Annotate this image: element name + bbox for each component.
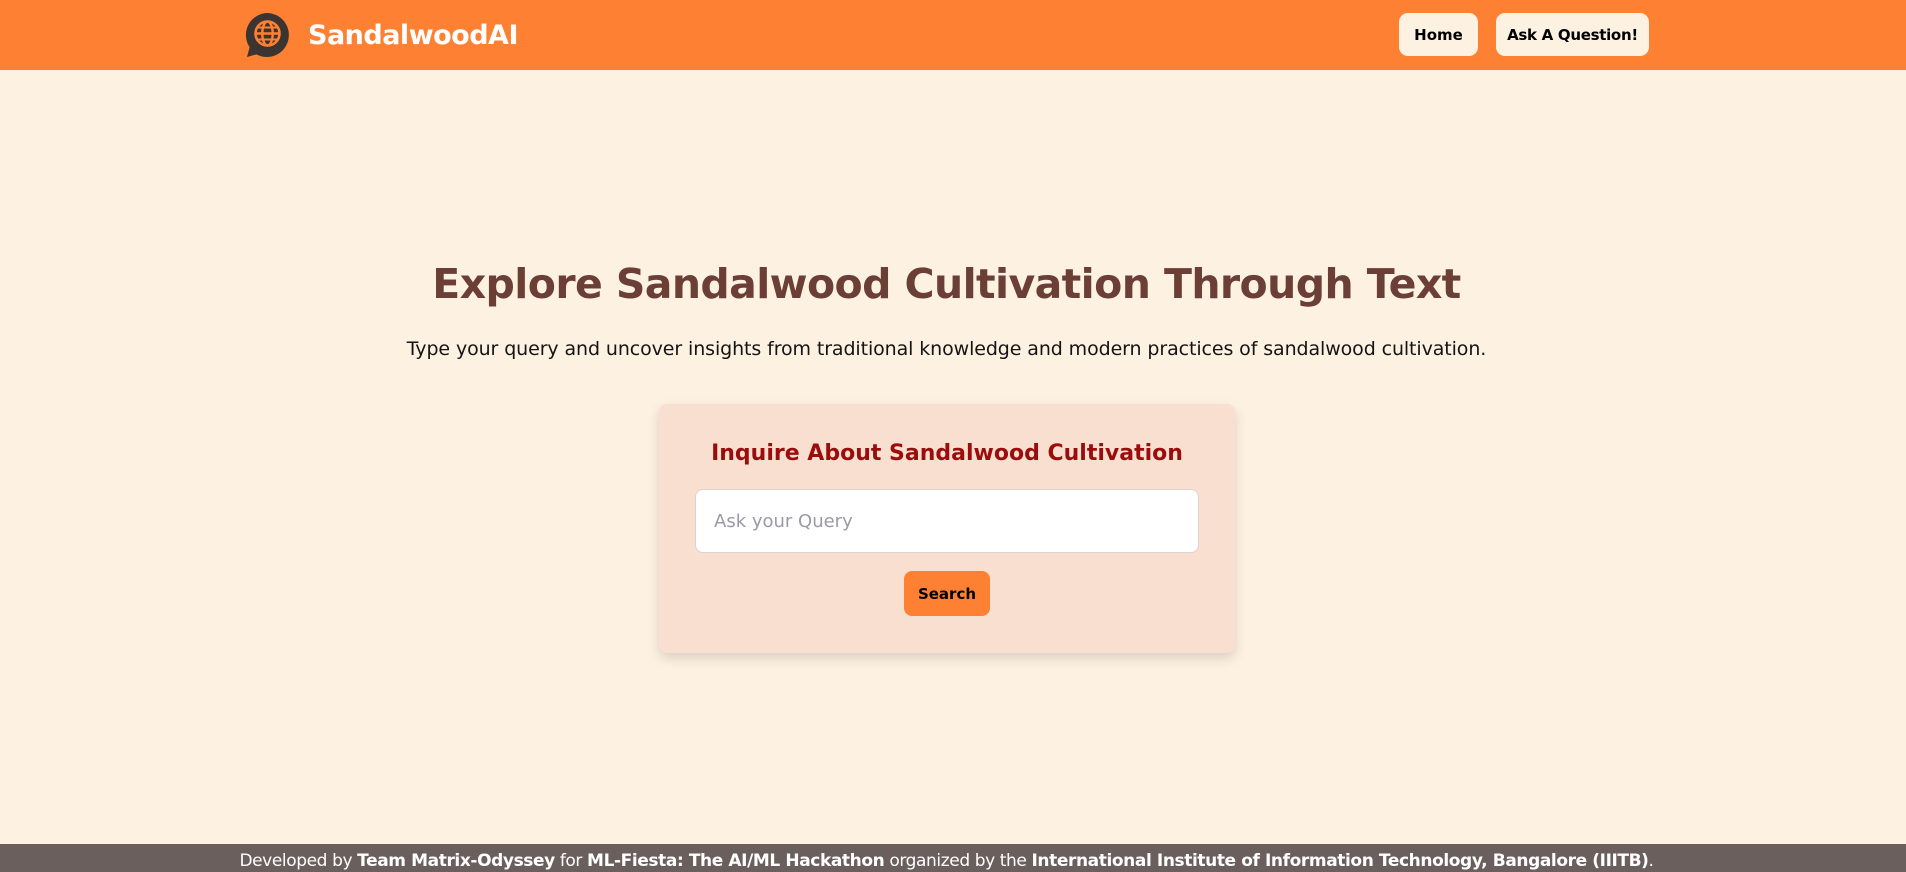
footer-organized-text: organized by the — [889, 851, 1027, 871]
query-input[interactable] — [695, 489, 1199, 553]
footer-developed-by: Developed by — [239, 851, 353, 871]
search-button[interactable]: Search — [904, 571, 990, 616]
footer-credits: Developed by Team Matrix-Odyssey for ML-… — [0, 844, 1893, 872]
top-navbar: SandalwoodAI Home Ask A Question! — [0, 0, 1906, 70]
footer-period: . — [1648, 851, 1654, 871]
hero-subtitle: Type your query and uncover insights fro… — [406, 338, 1487, 360]
nav-ask-question-button[interactable]: Ask A Question! — [1496, 13, 1649, 56]
query-card: Inquire About Sandalwood Cultivation Sea… — [659, 404, 1235, 653]
nav-home-button[interactable]: Home — [1399, 13, 1478, 56]
footer: Developed by Team Matrix-Odyssey for ML-… — [0, 844, 1906, 872]
footer-organizer-name: International Institute of Information T… — [1031, 851, 1649, 871]
query-card-title: Inquire About Sandalwood Cultivation — [711, 441, 1183, 466]
brand-link[interactable]: SandalwoodAI — [243, 11, 519, 59]
globe-chat-bubble-icon — [245, 13, 289, 57]
brand-name: SandalwoodAI — [308, 19, 519, 51]
footer-for-text: for — [559, 851, 583, 871]
footer-event-name: ML-Fiesta: The AI/ML Hackathon — [587, 851, 885, 871]
footer-team-name: Team Matrix-Odyssey — [357, 851, 555, 871]
hero-title: Explore Sandalwood Cultivation Through T… — [432, 260, 1461, 308]
